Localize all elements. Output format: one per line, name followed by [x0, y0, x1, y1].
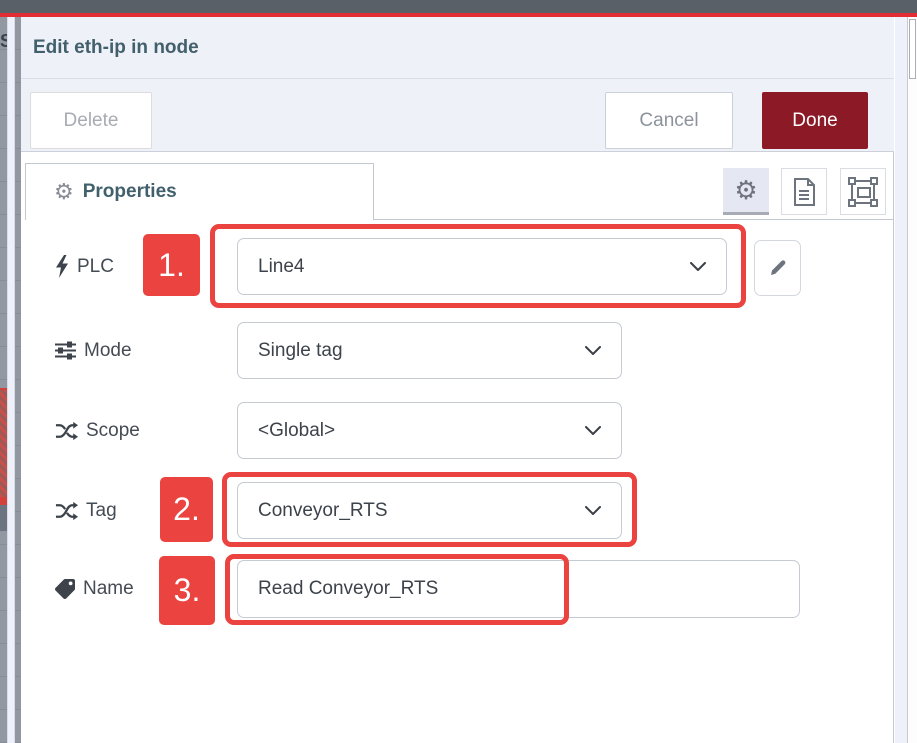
- dialog-title: Edit eth-ip in node: [33, 37, 199, 59]
- document-icon: [793, 178, 815, 206]
- bolt-icon: [55, 255, 69, 278]
- cancel-button[interactable]: Cancel: [605, 92, 733, 149]
- workspace-backdrop-left: S: [0, 17, 7, 743]
- tag-field-label: Tag: [55, 482, 117, 539]
- backdrop-letter: S: [0, 31, 7, 52]
- dialog-header: Edit eth-ip in node: [21, 17, 894, 79]
- edit-node-dialog: Edit eth-ip in node Delete Cancel Done ⚙…: [21, 17, 894, 743]
- annotation-badge-3: 3.: [159, 556, 215, 625]
- tag-select[interactable]: Conveyor_RTS: [237, 482, 622, 539]
- scrollbar-thumb[interactable]: [909, 19, 916, 79]
- chevron-down-icon: [585, 346, 601, 356]
- backdrop-node-fragment: [0, 505, 7, 531]
- browser-top-bar: [0, 0, 917, 13]
- screen: S Edit eth-ip in node Delete Cancel Done…: [0, 0, 917, 743]
- browser-scrollbar-track: [909, 17, 917, 743]
- delete-button[interactable]: Delete: [30, 92, 152, 149]
- tab-properties-label: Properties: [83, 181, 177, 203]
- plc-field-label: PLC: [55, 238, 114, 295]
- pencil-icon: [768, 258, 788, 278]
- done-button[interactable]: Done: [762, 92, 868, 149]
- properties-tab-button[interactable]: ⚙: [723, 168, 769, 215]
- shuffle-icon: [55, 501, 78, 521]
- dialog-button-tray: Delete Cancel Done: [21, 79, 894, 152]
- description-tab-button[interactable]: [781, 168, 827, 215]
- scope-field-label: Scope: [55, 402, 140, 459]
- mode-select[interactable]: Single tag: [237, 322, 622, 379]
- annotation-badge-2: 2.: [160, 477, 213, 542]
- tag-icon: [55, 579, 75, 599]
- gear-icon: ⚙: [734, 177, 757, 203]
- edit-plc-config-button[interactable]: [754, 240, 801, 296]
- name-input[interactable]: [237, 560, 800, 618]
- group-frame-icon: [848, 177, 878, 207]
- chevron-down-icon: [585, 426, 601, 436]
- mode-field-label: Mode: [55, 322, 132, 379]
- name-field-label: Name: [55, 560, 134, 617]
- chevron-down-icon: [690, 262, 706, 272]
- right-scrollbar-track: [895, 17, 908, 743]
- backdrop-node-fragment: [0, 388, 7, 497]
- shuffle-icon: [55, 421, 78, 441]
- gear-icon: ⚙: [54, 181, 74, 203]
- chevron-down-icon: [585, 506, 601, 516]
- tab-row-divider: [374, 219, 894, 220]
- tab-properties[interactable]: ⚙ Properties: [25, 163, 374, 220]
- appearance-tab-button[interactable]: [840, 168, 886, 215]
- left-scrollbar-track: [7, 17, 15, 743]
- scope-select[interactable]: <Global>: [237, 402, 622, 459]
- sliders-icon: [55, 341, 76, 360]
- plc-select[interactable]: Line4: [237, 238, 727, 295]
- annotation-badge-1: 1.: [143, 234, 200, 296]
- backdrop-node-fragment: [0, 497, 7, 505]
